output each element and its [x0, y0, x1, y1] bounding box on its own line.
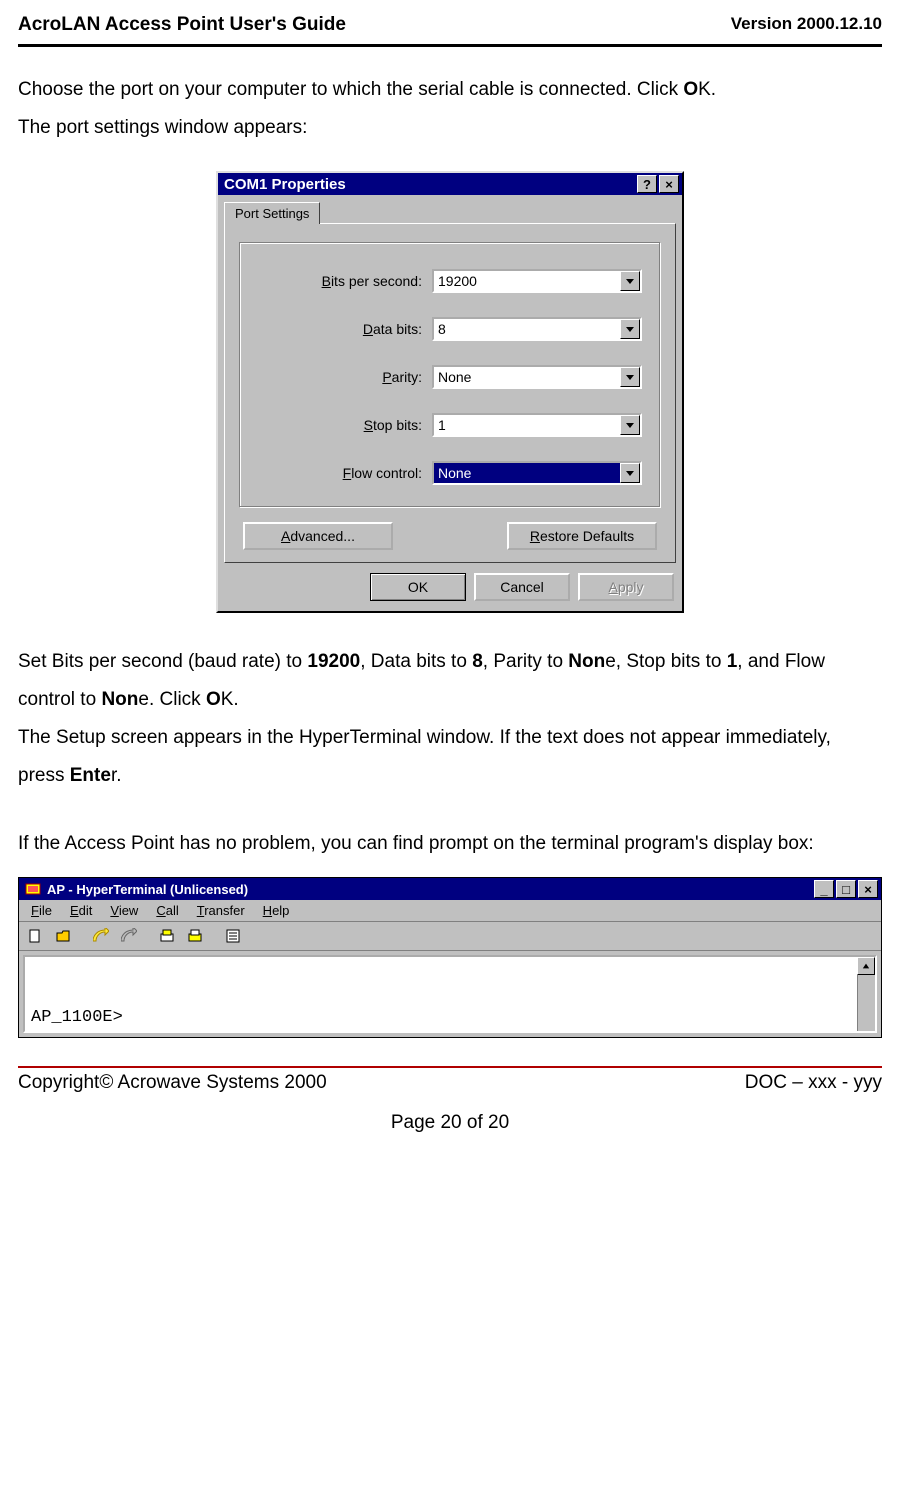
scroll-up-icon[interactable]	[857, 957, 875, 975]
doc-version: Version 2000.12.10	[731, 14, 882, 36]
bits-per-second-combo[interactable]: 19200	[432, 269, 642, 293]
doc-title: AcroLAN Access Point User's Guide	[18, 14, 346, 36]
hyperterminal-titlebar: AP - HyperTerminal (Unlicensed) _ □ ×	[19, 878, 881, 900]
apply-button: Apply	[578, 573, 674, 601]
hyperterminal-window: AP - HyperTerminal (Unlicensed) _ □ × Fi…	[18, 877, 882, 1038]
maximize-icon[interactable]: □	[836, 880, 856, 898]
properties-icon[interactable]	[221, 925, 245, 947]
tab-strip: Port Settings	[218, 195, 682, 223]
parity-combo[interactable]: None	[432, 365, 642, 389]
settings-group: Bits per second: 19200 Data bits: 8	[239, 242, 661, 508]
flow-control-label: Flow control:	[272, 465, 422, 481]
chevron-down-icon[interactable]	[620, 415, 640, 435]
chevron-down-icon[interactable]	[620, 367, 640, 387]
paragraph-2: Set Bits per second (baud rate) to 19200…	[18, 643, 882, 719]
page-number: Page 20 of 20	[18, 1112, 882, 1134]
chevron-down-icon[interactable]	[620, 463, 640, 483]
dialog-titlebar: COM1 Properties ? ×	[218, 173, 682, 195]
cancel-button[interactable]: Cancel	[474, 573, 570, 601]
com1-properties-dialog: COM1 Properties ? × Port Settings Bits p…	[216, 171, 684, 613]
restore-defaults-button[interactable]: Restore Defaults	[507, 522, 657, 550]
terminal-output[interactable]: AP_1100E>	[23, 955, 877, 1033]
dialog-title: COM1 Properties	[224, 176, 346, 193]
data-bits-combo[interactable]: 8	[432, 317, 642, 341]
close-icon[interactable]: ×	[659, 175, 679, 193]
stop-bits-value: 1	[434, 415, 620, 435]
minimize-icon[interactable]: _	[814, 880, 834, 898]
send-icon[interactable]	[155, 925, 179, 947]
data-bits-label: Data bits:	[272, 321, 422, 337]
new-file-icon[interactable]	[23, 925, 47, 947]
disconnect-icon[interactable]	[117, 925, 141, 947]
advanced-button[interactable]: Advanced...	[243, 522, 393, 550]
paragraph-3: The Setup screen appears in the HyperTer…	[18, 719, 882, 795]
stop-bits-label: Stop bits:	[272, 417, 422, 433]
toolbar-separator	[79, 925, 85, 947]
chevron-down-icon[interactable]	[620, 319, 640, 339]
help-icon[interactable]: ?	[637, 175, 657, 193]
toolbar	[19, 922, 881, 951]
tab-panel: Bits per second: 19200 Data bits: 8	[224, 223, 676, 563]
copyright: Copyright© Acrowave Systems 2000	[18, 1072, 327, 1094]
receive-icon[interactable]	[183, 925, 207, 947]
open-file-icon[interactable]	[51, 925, 75, 947]
bits-per-second-value: 19200	[434, 271, 620, 291]
flow-control-combo[interactable]: None	[432, 461, 642, 485]
menu-help[interactable]: Help	[255, 902, 298, 919]
doc-number: DOC – xxx - yyy	[745, 1072, 882, 1094]
ok-button[interactable]: OK	[370, 573, 466, 601]
bits-per-second-label: Bits per second:	[272, 273, 422, 289]
menubar: File Edit View Call Transfer Help	[19, 900, 881, 922]
menu-view[interactable]: View	[102, 902, 146, 919]
menu-call[interactable]: Call	[148, 902, 186, 919]
app-icon	[25, 881, 41, 897]
parity-value: None	[434, 367, 620, 387]
toolbar-separator	[145, 925, 151, 947]
paragraph-1: Choose the port on your computer to whic…	[18, 71, 882, 147]
connect-icon[interactable]	[89, 925, 113, 947]
parity-label: Parity:	[272, 369, 422, 385]
hyperterminal-title: AP - HyperTerminal (Unlicensed)	[47, 882, 248, 897]
menu-file[interactable]: File	[23, 902, 60, 919]
tab-port-settings[interactable]: Port Settings	[224, 202, 320, 224]
paragraph-4: If the Access Point has no problem, you …	[18, 825, 882, 863]
toolbar-separator	[211, 925, 217, 947]
terminal-prompt: AP_1100E>	[31, 1008, 123, 1027]
data-bits-value: 8	[434, 319, 620, 339]
page-footer: Copyright© Acrowave Systems 2000 DOC – x…	[18, 1068, 882, 1094]
menu-transfer[interactable]: Transfer	[189, 902, 253, 919]
menu-edit[interactable]: Edit	[62, 902, 100, 919]
close-icon[interactable]: ×	[858, 880, 878, 898]
chevron-down-icon[interactable]	[620, 271, 640, 291]
flow-control-value: None	[434, 463, 620, 483]
stop-bits-combo[interactable]: 1	[432, 413, 642, 437]
page-header: AcroLAN Access Point User's Guide Versio…	[18, 10, 882, 47]
